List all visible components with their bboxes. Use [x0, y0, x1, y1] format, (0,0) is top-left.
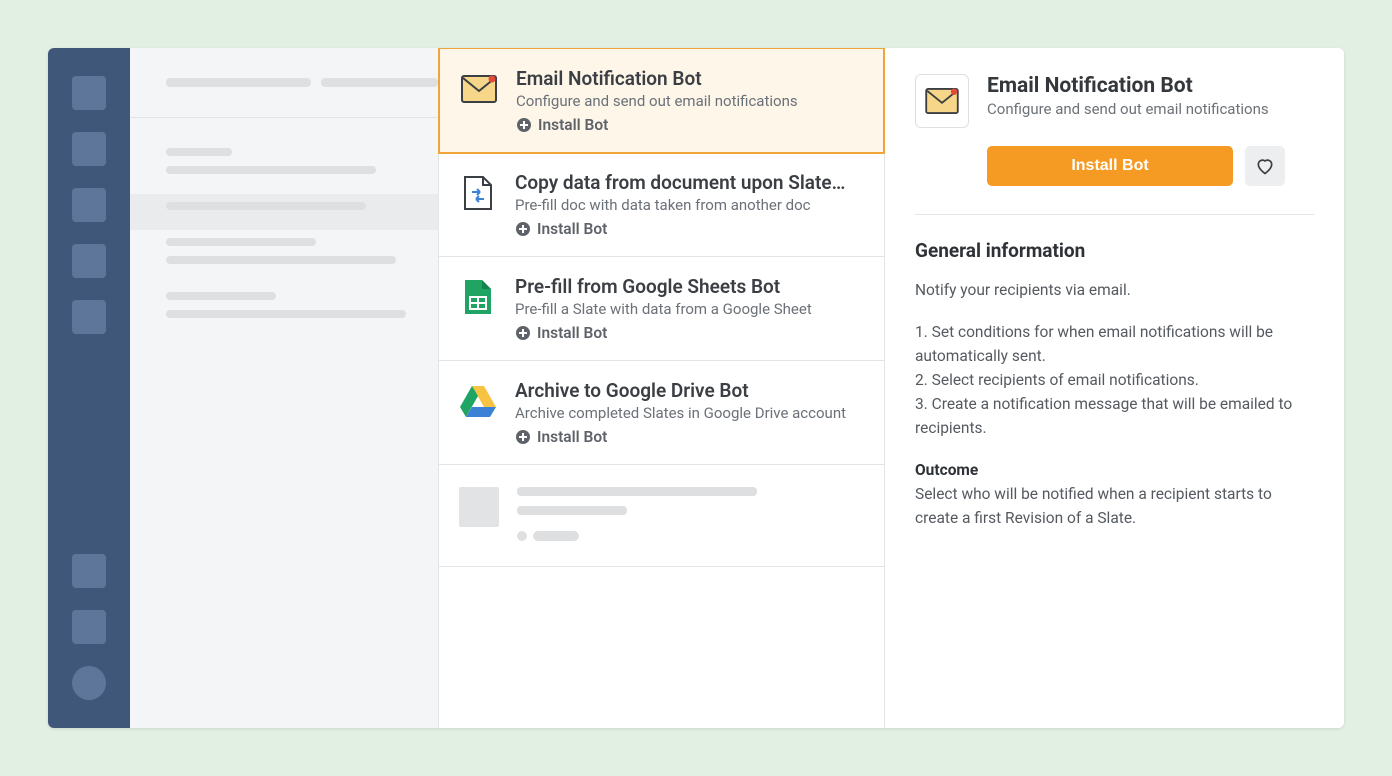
nav-column: [130, 48, 438, 728]
nav-item[interactable]: [130, 284, 438, 338]
section-general-info-title: General information: [915, 239, 1314, 262]
install-bot-link[interactable]: Install Bot: [515, 220, 864, 238]
rail-item[interactable]: [72, 554, 106, 588]
bot-card-google-sheets[interactable]: Pre-fill from Google Sheets Bot Pre-fill…: [439, 257, 884, 361]
bot-title: Copy data from document upon Slate…: [515, 171, 864, 194]
app-window: Email Notification Bot Configure and sen…: [48, 48, 1344, 728]
plus-circle-icon: [515, 325, 531, 341]
rail-item[interactable]: [72, 244, 106, 278]
nav-item[interactable]: [130, 140, 438, 194]
install-bot-link[interactable]: Install Bot: [516, 116, 863, 134]
rail-item[interactable]: [72, 132, 106, 166]
general-info-text: Notify your recipients via email. 1. Set…: [915, 278, 1314, 530]
favorite-button[interactable]: [1245, 146, 1285, 186]
bot-card-email-notification[interactable]: Email Notification Bot Configure and sen…: [438, 48, 885, 154]
detail-column: Email Notification Bot Configure and sen…: [884, 48, 1344, 728]
google-drive-icon: [459, 382, 497, 420]
install-bot-link[interactable]: Install Bot: [515, 324, 864, 342]
google-sheets-icon: [459, 278, 497, 316]
email-icon: [460, 70, 498, 108]
email-icon: [915, 74, 969, 128]
detail-title: Email Notification Bot: [987, 74, 1269, 98]
bot-description: Archive completed Slates in Google Drive…: [515, 404, 864, 422]
bot-title: Archive to Google Drive Bot: [515, 379, 864, 402]
heart-icon: [1255, 156, 1275, 176]
bot-list-column: Email Notification Bot Configure and sen…: [438, 48, 884, 728]
rail-item[interactable]: [72, 610, 106, 644]
document-icon: [459, 174, 497, 212]
icon-rail: [48, 48, 130, 728]
plus-circle-icon: [515, 429, 531, 445]
bot-card-placeholder: [439, 465, 884, 567]
bot-card-google-drive[interactable]: Archive to Google Drive Bot Archive comp…: [439, 361, 884, 465]
bot-title: Pre-fill from Google Sheets Bot: [515, 275, 864, 298]
nav-item[interactable]: [130, 230, 438, 284]
rail-item[interactable]: [72, 188, 106, 222]
bot-description: Pre-fill a Slate with data from a Google…: [515, 300, 864, 318]
install-bot-link[interactable]: Install Bot: [515, 428, 864, 446]
rail-avatar[interactable]: [72, 666, 106, 700]
plus-circle-icon: [515, 221, 531, 237]
bot-title: Email Notification Bot: [516, 67, 863, 90]
plus-circle-icon: [516, 117, 532, 133]
nav-header: [130, 48, 438, 118]
nav-item[interactable]: [130, 194, 438, 230]
install-bot-button[interactable]: Install Bot: [987, 146, 1233, 186]
bot-description: Pre-fill doc with data taken from anothe…: [515, 196, 864, 214]
detail-header-block: Email Notification Bot Configure and sen…: [915, 74, 1314, 128]
rail-item[interactable]: [72, 76, 106, 110]
bot-card-copy-data[interactable]: Copy data from document upon Slate… Pre-…: [439, 153, 884, 257]
bot-description: Configure and send out email notificatio…: [516, 92, 863, 110]
rail-item[interactable]: [72, 300, 106, 334]
detail-description: Configure and send out email notificatio…: [987, 100, 1269, 118]
